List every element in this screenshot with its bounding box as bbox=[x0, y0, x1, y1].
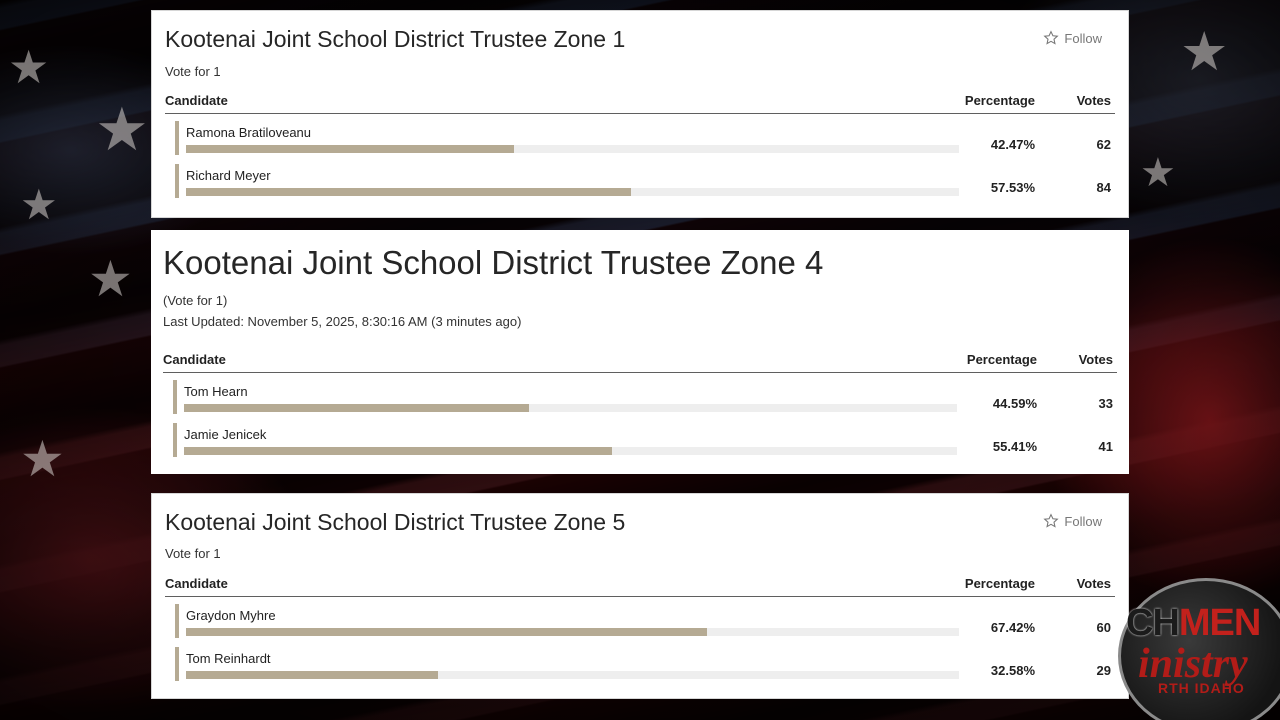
votes-column-header: Votes bbox=[1076, 93, 1111, 108]
candidate-percentage: 42.47% bbox=[990, 137, 1035, 152]
star-outline-icon bbox=[1043, 513, 1060, 528]
row-accent bbox=[175, 121, 179, 155]
vote-share-fill bbox=[184, 447, 613, 455]
last-updated-text: Last Updated: November 5, 2025, 8:30:16 … bbox=[163, 314, 522, 329]
candidate-votes: 33 bbox=[1098, 396, 1113, 411]
candidate-row: Jamie Jenicek 55.41% 41 bbox=[173, 423, 1117, 457]
flag-star-icon: ★ bbox=[95, 95, 149, 165]
vote-share-fill bbox=[186, 628, 708, 636]
votes-column-header: Votes bbox=[1076, 576, 1111, 591]
flag-star-icon: ★ bbox=[88, 250, 133, 308]
candidate-name: Tom Hearn bbox=[184, 384, 248, 399]
candidate-votes: 41 bbox=[1098, 439, 1113, 454]
vote-share-fill bbox=[186, 145, 515, 153]
follow-label: Follow bbox=[1064, 30, 1102, 46]
votes-column-header: Votes bbox=[1078, 352, 1113, 367]
row-accent bbox=[175, 604, 179, 638]
flag-star-icon: ★ bbox=[8, 40, 50, 94]
percentage-column-header: Percentage bbox=[966, 352, 1037, 367]
vote-share-bar bbox=[186, 671, 959, 679]
candidate-row: Ramona Bratiloveanu 42.47% 62 bbox=[175, 121, 1115, 155]
candidate-votes: 84 bbox=[1096, 180, 1111, 195]
race-title: Kootenai Joint School District Trustee Z… bbox=[165, 509, 626, 535]
results-header: Candidate Percentage Votes bbox=[165, 93, 1115, 114]
vote-share-bar bbox=[186, 188, 959, 196]
candidate-column-header: Candidate bbox=[165, 576, 228, 591]
results-header: Candidate Percentage Votes bbox=[163, 352, 1117, 373]
follow-button[interactable]: Follow bbox=[1043, 30, 1102, 46]
candidate-row: Graydon Myhre 67.42% 60 bbox=[175, 604, 1115, 638]
candidate-row: Richard Meyer 57.53% 84 bbox=[175, 164, 1115, 198]
vote-share-bar bbox=[186, 628, 959, 636]
row-accent bbox=[173, 423, 177, 457]
flag-star-icon: ★ bbox=[20, 180, 58, 229]
percentage-column-header: Percentage bbox=[964, 93, 1035, 108]
race-card-zone-1: Kootenai Joint School District Trustee Z… bbox=[151, 10, 1129, 218]
results-header: Candidate Percentage Votes bbox=[165, 576, 1115, 597]
star-outline-icon bbox=[1043, 30, 1060, 45]
candidate-name: Richard Meyer bbox=[186, 168, 271, 183]
race-card-zone-5: Kootenai Joint School District Trustee Z… bbox=[151, 493, 1129, 699]
candidate-column-header: Candidate bbox=[165, 93, 228, 108]
vote-share-bar bbox=[184, 447, 957, 455]
race-card-zone-4: Kootenai Joint School District Trustee Z… bbox=[151, 230, 1129, 474]
candidate-percentage: 32.58% bbox=[990, 663, 1035, 678]
candidate-percentage: 55.41% bbox=[992, 439, 1037, 454]
vote-share-fill bbox=[184, 404, 529, 412]
candidate-percentage: 67.42% bbox=[990, 620, 1035, 635]
candidate-votes: 60 bbox=[1096, 620, 1111, 635]
candidate-row: Tom Reinhardt 32.58% 29 bbox=[175, 647, 1115, 681]
candidate-votes: 62 bbox=[1096, 137, 1111, 152]
candidate-name: Graydon Myhre bbox=[186, 608, 276, 623]
follow-label: Follow bbox=[1064, 513, 1102, 529]
vote-share-fill bbox=[186, 188, 631, 196]
candidate-percentage: 44.59% bbox=[992, 396, 1037, 411]
race-title: Kootenai Joint School District Trustee Z… bbox=[163, 244, 824, 281]
candidate-name: Jamie Jenicek bbox=[184, 427, 267, 442]
candidate-column-header: Candidate bbox=[163, 352, 226, 367]
row-accent bbox=[175, 647, 179, 681]
vote-for-label: (Vote for 1) bbox=[163, 293, 228, 308]
logo-text-bottom: RTH IDAHO bbox=[1158, 680, 1245, 696]
vote-share-bar bbox=[184, 404, 957, 412]
vote-share-fill bbox=[186, 671, 438, 679]
candidate-name: Tom Reinhardt bbox=[186, 651, 271, 666]
candidate-percentage: 57.53% bbox=[990, 180, 1035, 195]
ministry-logo: CHMEN inistry RTH IDAHO bbox=[1118, 572, 1280, 720]
flag-star-icon: ★ bbox=[1180, 20, 1229, 83]
row-accent bbox=[175, 164, 179, 198]
flag-star-icon: ★ bbox=[20, 430, 65, 488]
candidate-name: Ramona Bratiloveanu bbox=[186, 125, 312, 140]
logo-text-top: CHMEN bbox=[1126, 602, 1261, 644]
vote-for-label: Vote for 1 bbox=[165, 546, 221, 561]
candidate-votes: 29 bbox=[1096, 663, 1111, 678]
race-title: Kootenai Joint School District Trustee Z… bbox=[165, 26, 626, 52]
flag-star-icon: ★ bbox=[1140, 150, 1176, 196]
candidate-row: Tom Hearn 44.59% 33 bbox=[173, 380, 1117, 414]
vote-for-label: Vote for 1 bbox=[165, 64, 221, 79]
row-accent bbox=[173, 380, 177, 414]
vote-share-bar bbox=[186, 145, 959, 153]
percentage-column-header: Percentage bbox=[964, 576, 1035, 591]
follow-button[interactable]: Follow bbox=[1043, 513, 1102, 529]
